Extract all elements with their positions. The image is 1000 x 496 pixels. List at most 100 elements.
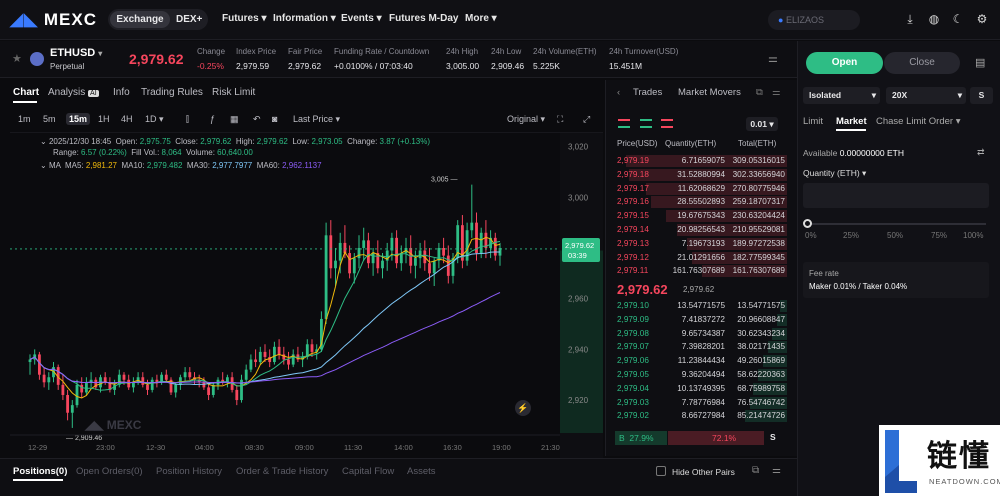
tab-market-movers[interactable]: Market Movers: [678, 87, 741, 98]
orderbook-row[interactable]: 2,979.16 28.55502893 259.18707317: [605, 195, 797, 209]
orderbook-row[interactable]: 2,979.19 6.71659075 309.05316015: [605, 154, 797, 168]
moon-icon[interactable]: ☾: [951, 12, 965, 26]
orderbook-row[interactable]: 2,979.14 20.98256543 210.95529081: [605, 223, 797, 237]
last-price-select[interactable]: Last Price ▾: [293, 114, 340, 125]
exchange-tab[interactable]: Exchange: [110, 11, 170, 28]
slider-tick-50[interactable]: 50%: [887, 231, 903, 240]
settings-sliders-icon[interactable]: ⚌: [768, 52, 778, 65]
quantity-slider-track[interactable]: [806, 223, 986, 225]
tab-risk-limit[interactable]: Risk Limit: [212, 87, 255, 98]
orderbook-row[interactable]: 2,979.10 13.54771575 13.54771575: [605, 299, 797, 313]
orderbook-row[interactable]: 2,979.11 161.76307689 161.76307689: [605, 264, 797, 278]
orderbook-row[interactable]: 2,979.12 21.01291656 182.77599345: [605, 251, 797, 265]
timeframe-1h[interactable]: 1H: [98, 114, 110, 124]
stat-turnover-label: 24h Turnover(USD): [609, 47, 679, 56]
quantity-input[interactable]: [803, 183, 989, 208]
gear-icon[interactable]: ⚙: [975, 12, 989, 26]
slider-tick-100[interactable]: 100%: [963, 231, 983, 240]
leverage-select[interactable]: 20X ▾: [886, 87, 966, 104]
globe-icon[interactable]: ◍: [927, 12, 941, 26]
dex-tab[interactable]: DEX+: [176, 11, 202, 28]
ob-settings-icon[interactable]: ⚌: [772, 87, 781, 98]
hide-pairs-label[interactable]: Hide Other Pairs: [672, 467, 735, 477]
x-tick-label: 23:00: [96, 443, 115, 452]
open-button[interactable]: Open: [806, 52, 883, 74]
camera-icon[interactable]: ◙: [272, 114, 277, 124]
nav-events[interactable]: Events ▾: [341, 13, 382, 24]
ob-view-both-icon[interactable]: [618, 119, 630, 128]
popout-icon[interactable]: ⧉: [756, 87, 763, 98]
search-input[interactable]: ● ELIZAOS: [768, 10, 860, 30]
layout-icon[interactable]: ▦: [230, 114, 239, 125]
transfer-icon[interactable]: ⇄: [977, 147, 985, 158]
tab-position-history[interactable]: Position History: [156, 466, 222, 477]
margin-mode-select[interactable]: Isolated ▾: [803, 87, 880, 104]
y-tick-label: 2,940: [568, 345, 589, 354]
nav-futures[interactable]: Futures ▾: [222, 13, 266, 24]
timeframe-1d[interactable]: 1D ▾: [145, 114, 164, 125]
order-tab-chase[interactable]: Chase Limit Order ▾: [876, 116, 961, 127]
orderbook-row[interactable]: 2,979.08 9.65734387 30.62343234: [605, 327, 797, 341]
tab-open-orders[interactable]: Open Orders(0): [76, 466, 143, 477]
favorite-star-icon[interactable]: ★: [12, 52, 22, 65]
tab-info[interactable]: Info: [113, 87, 130, 98]
orderbook-row[interactable]: 2,979.09 7.41837272 20.96608847: [605, 313, 797, 327]
tab-trades[interactable]: Trades: [633, 87, 662, 98]
timeframe-4h[interactable]: 4H: [121, 114, 133, 124]
tab-assets[interactable]: Assets: [407, 466, 436, 477]
ob-view-bids-icon[interactable]: [640, 119, 652, 128]
download-icon[interactable]: ⤓: [903, 12, 917, 26]
symbol-name[interactable]: ETHUSD ▾: [50, 47, 102, 59]
precision-select[interactable]: 0.01 ▾: [746, 117, 778, 131]
orderbook-row[interactable]: 2,979.18 31.52880994 302.33656940: [605, 168, 797, 182]
back-chevron-icon[interactable]: ‹: [617, 87, 620, 98]
lightning-icon[interactable]: ⚡: [515, 400, 531, 416]
expand-icon[interactable]: ⤢: [583, 114, 590, 125]
close-button[interactable]: Close: [884, 52, 960, 74]
slider-tick-75[interactable]: 75%: [931, 231, 947, 240]
nav-futures-mday[interactable]: Futures M-Day: [389, 13, 458, 24]
original-select[interactable]: Original ▾: [507, 114, 545, 125]
timeframe-15m[interactable]: 15m: [66, 113, 91, 125]
nav-information[interactable]: Information ▾: [273, 13, 336, 24]
hide-pairs-checkbox[interactable]: [656, 466, 666, 476]
order-tab-limit[interactable]: Limit: [803, 116, 823, 127]
orderbook-row[interactable]: 2,979.07 7.39828201 38.02171435: [605, 340, 797, 354]
slider-tick-25[interactable]: 25%: [843, 231, 859, 240]
quantity-slider-handle[interactable]: [803, 219, 812, 228]
ob-view-asks-icon[interactable]: [661, 119, 673, 128]
tab-chart[interactable]: Chart: [13, 87, 39, 98]
indicator-icon[interactable]: ƒ: [210, 114, 215, 124]
timeframe-1m[interactable]: 1m: [18, 114, 31, 124]
candle-body: [470, 222, 474, 231]
tab-order-trade-history[interactable]: Order & Trade History: [236, 466, 328, 477]
bottom-popout-icon[interactable]: ⧉: [752, 465, 759, 476]
tab-analysis[interactable]: Analysis AI: [48, 87, 99, 98]
order-tab-market[interactable]: Market: [836, 116, 867, 127]
buy-ratio-bar: B 27.9%: [615, 431, 667, 445]
calculator-icon[interactable]: ▤: [975, 56, 985, 69]
orderbook-row[interactable]: 2,979.13 7.19673193 189.97272538: [605, 237, 797, 251]
orderbook-row[interactable]: 2,979.05 9.36204494 58.62220363: [605, 368, 797, 382]
bottom-settings-icon[interactable]: ⚌: [772, 465, 781, 476]
orderbook-row[interactable]: 2,979.03 7.78776984 76.54746742: [605, 396, 797, 410]
tab-positions[interactable]: Positions(0): [13, 466, 67, 477]
timeframe-5m[interactable]: 5m: [43, 114, 56, 124]
tab-trading-rules[interactable]: Trading Rules: [141, 87, 203, 98]
brand-logo[interactable]: ◢◣ MEXC: [10, 10, 97, 30]
candle-type-icon[interactable]: ⫿: [186, 114, 189, 125]
tab-capital-flow[interactable]: Capital Flow: [342, 466, 394, 477]
orderbook-row[interactable]: 2,979.17 11.62068629 270.80775946: [605, 182, 797, 196]
ma60-line: [29, 292, 501, 384]
orderbook-row[interactable]: 2,979.06 11.23844434 49.26015869: [605, 354, 797, 368]
slider-tick-0[interactable]: 0%: [805, 231, 817, 240]
orderbook-row[interactable]: 2,979.15 19.67675343 230.63204424: [605, 209, 797, 223]
undo-icon[interactable]: ↶: [253, 114, 261, 125]
candle-body: [254, 359, 258, 363]
orderbook-row[interactable]: 2,979.02 8.66727984 85.21474726: [605, 409, 797, 423]
fullscreen-icon[interactable]: ⛶: [557, 114, 563, 125]
mode-badge[interactable]: S: [970, 87, 993, 104]
nav-more[interactable]: More ▾: [465, 13, 497, 24]
chart-svg[interactable]: 3,0203,0002,9802,9602,9402,920◢◣ MEXC2,9…: [10, 133, 603, 458]
orderbook-row[interactable]: 2,979.04 10.13749395 68.75989758: [605, 382, 797, 396]
